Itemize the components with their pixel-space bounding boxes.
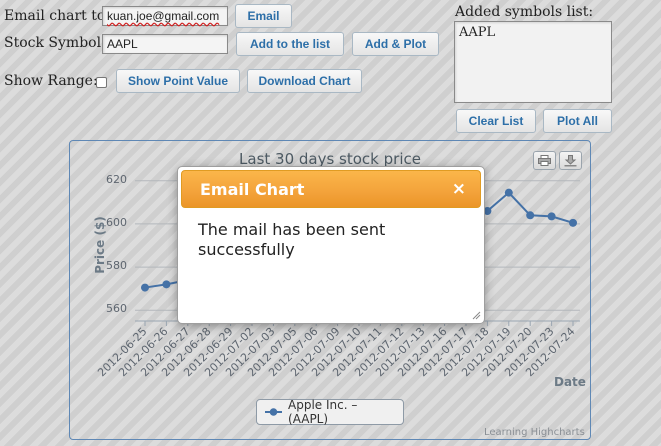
download-icon (564, 154, 577, 166)
chart-credits[interactable]: Learning Highcharts (484, 427, 585, 438)
add-and-plot-button[interactable]: Add & Plot (352, 32, 439, 56)
email-value: kuan.joe@gmail.com (107, 9, 220, 23)
legend-marker (265, 408, 283, 416)
dialog-header: Email Chart × (181, 170, 481, 208)
chart-legend[interactable]: Apple Inc. – (AAPL) (256, 398, 404, 426)
email-dialog: Email Chart × The mail has been sent suc… (177, 166, 485, 324)
symbol-input[interactable]: AAPL (102, 34, 228, 54)
plot-all-button[interactable]: Plot All (543, 109, 612, 133)
dialog-title: Email Chart (200, 179, 305, 199)
print-icon (538, 155, 551, 166)
y-tick-label: 580 (106, 259, 127, 273)
symbols-list-label: Added symbols list: (455, 4, 594, 20)
email-input[interactable]: kuan.joe@gmail.com (102, 6, 228, 26)
legend-label: Apple Inc. – (AAPL) (288, 398, 358, 426)
close-icon[interactable]: × (452, 179, 466, 199)
symbol-label: Stock Symbol: (4, 35, 106, 51)
add-to-list-button[interactable]: Add to the list (236, 32, 344, 56)
x-axis-title: Date (554, 375, 586, 389)
y-tick-label: 600 (106, 215, 127, 229)
resize-grip-icon[interactable] (471, 310, 481, 320)
show-point-value-button[interactable]: Show Point Value (116, 69, 240, 93)
clear-list-button[interactable]: Clear List (456, 109, 536, 133)
email-label: Email chart to: (4, 8, 110, 24)
symbol-list-item[interactable]: AAPL (459, 25, 495, 40)
show-range-checkbox[interactable] (96, 77, 107, 88)
print-button[interactable] (533, 151, 556, 170)
export-button[interactable] (559, 151, 582, 170)
show-range-label: Show Range: (4, 73, 98, 89)
email-button[interactable]: Email (235, 4, 292, 28)
y-tick-label: 560 (106, 302, 127, 316)
dialog-message: The mail has been sent successfully (198, 220, 386, 259)
symbols-listbox[interactable]: AAPL (454, 21, 612, 103)
download-chart-button[interactable]: Download Chart (247, 69, 362, 93)
y-tick-label: 620 (106, 172, 127, 186)
